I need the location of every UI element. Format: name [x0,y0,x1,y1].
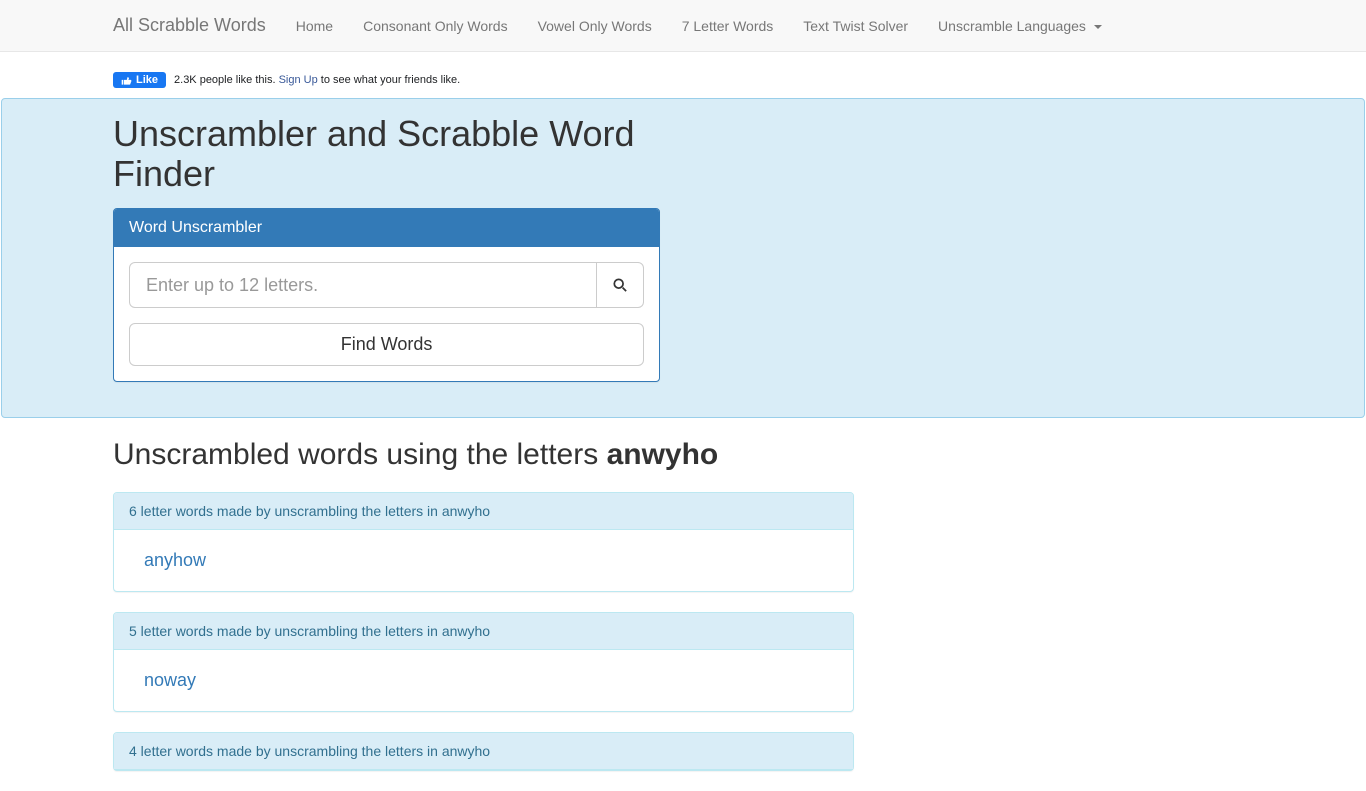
word-link[interactable]: noway [129,665,196,696]
nav-vowel-only[interactable]: Vowel Only Words [523,3,667,49]
results-letters: anwyho [607,438,719,471]
hero-panel: Unscrambler and Scrabble Word Finder Wor… [1,98,1365,418]
results-title: Unscrambled words using the letters anwy… [113,438,1253,472]
result-group-5: 5 letter words made by unscrambling the … [113,612,854,712]
page-title: Unscrambler and Scrabble Word Finder [113,114,660,193]
nav-links: Home Consonant Only Words Vowel Only Wor… [281,3,1117,49]
unscrambler-panel-heading: Word Unscrambler [114,209,659,247]
brand-link[interactable]: All Scrabble Words [113,0,281,51]
find-words-button[interactable]: Find Words [129,323,644,366]
facebook-like-widget: Like 2.3K people like this. Sign Up to s… [113,72,1253,88]
thumb-up-icon [121,75,132,86]
search-icon [613,278,627,292]
nav-7-letter[interactable]: 7 Letter Words [667,3,789,49]
letters-input[interactable] [129,262,597,308]
result-group-heading: 5 letter words made by unscrambling the … [114,613,853,650]
result-group-heading: 6 letter words made by unscrambling the … [114,493,853,530]
search-addon[interactable] [597,262,644,308]
facebook-signup-link[interactable]: Sign Up [279,74,318,86]
facebook-like-button[interactable]: Like [113,72,166,88]
result-group-heading: 4 letter words made by unscrambling the … [114,733,853,770]
top-navbar: All Scrabble Words Home Consonant Only W… [0,0,1366,52]
chevron-down-icon [1094,25,1102,29]
facebook-like-text: 2.3K people like this. Sign Up to see wh… [174,74,460,86]
like-label: Like [136,74,158,86]
nav-home[interactable]: Home [281,3,348,49]
word-link[interactable]: anyhow [129,545,206,576]
nav-unscramble-languages[interactable]: Unscramble Languages [923,3,1117,49]
nav-consonant-only[interactable]: Consonant Only Words [348,3,522,49]
result-group-6: 6 letter words made by unscrambling the … [113,492,854,592]
result-group-4: 4 letter words made by unscrambling the … [113,732,854,771]
unscrambler-panel: Word Unscrambler Find Words [113,208,660,382]
nav-text-twist[interactable]: Text Twist Solver [788,3,923,49]
